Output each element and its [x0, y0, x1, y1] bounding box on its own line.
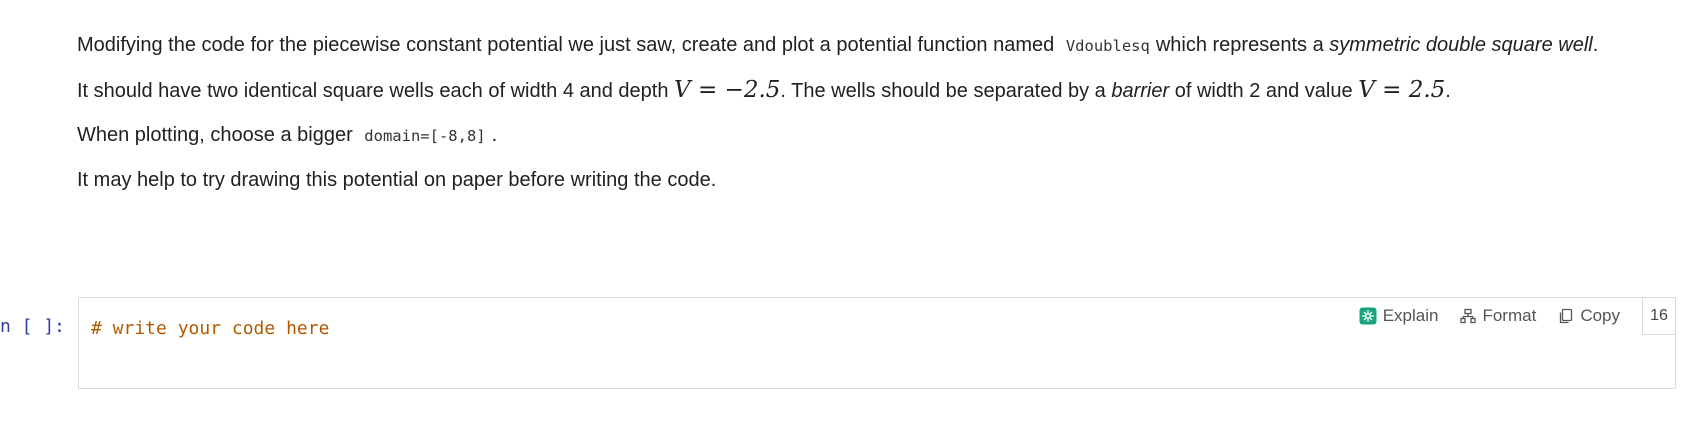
p2-text-d: . [1445, 80, 1451, 102]
p1-text-b: which represents a [1155, 34, 1324, 56]
format-icon [1460, 308, 1477, 324]
p2-emphasis: barrier [1111, 80, 1170, 102]
instruction-paragraph-2: It should have two identical square well… [77, 75, 1652, 106]
vdoublesq-code: Vdoublesq [1065, 37, 1150, 55]
copy-label: Copy [1580, 306, 1620, 325]
math-barrier-value: V = 2.5 [1358, 77, 1446, 103]
instruction-paragraph-4: It may help to try drawing this potentia… [77, 169, 717, 191]
domain-code: domain=[-8,8] [364, 127, 486, 145]
format-label: Format [1482, 306, 1537, 325]
markdown-cell: Modifying the code for the piecewise con… [77, 30, 1652, 195]
input-prompt: n [ ]: [0, 316, 66, 337]
instruction-paragraph-1: Modifying the code for the piecewise con… [77, 30, 1652, 61]
cell-number-badge: 16 [1642, 297, 1675, 335]
p3-text-a: When plotting, choose a bigger [77, 124, 353, 146]
explain-button[interactable]: Explain [1359, 306, 1439, 326]
code-cell-editor[interactable]: # write your code here Explain Format Co… [78, 297, 1676, 389]
code-comment[interactable]: # write your code here [91, 318, 329, 339]
p1-text-c: . [1592, 34, 1599, 56]
copy-button[interactable]: Copy [1558, 306, 1620, 326]
math-well-depth: V = −2.5 [674, 77, 781, 103]
instruction-paragraph-3: When plotting, choose a bigger domain=[-… [77, 120, 1652, 151]
p3-text-b: . [491, 124, 498, 146]
cell-toolbar: Explain Format Copy 16 [1359, 297, 1675, 335]
copy-icon [1560, 308, 1573, 324]
p2-text-b: . The wells should be separated by a [780, 80, 1106, 102]
p2-text-c: of width 2 and value [1174, 80, 1353, 102]
p1-text-a: Modifying the code for the piecewise con… [77, 34, 1055, 56]
ai-spark-icon [1359, 307, 1377, 325]
p2-text-a: It should have two identical square well… [77, 80, 669, 102]
p1-emphasis: symmetric double square well [1329, 34, 1593, 56]
explain-label: Explain [1382, 306, 1439, 325]
format-button[interactable]: Format [1460, 306, 1536, 326]
